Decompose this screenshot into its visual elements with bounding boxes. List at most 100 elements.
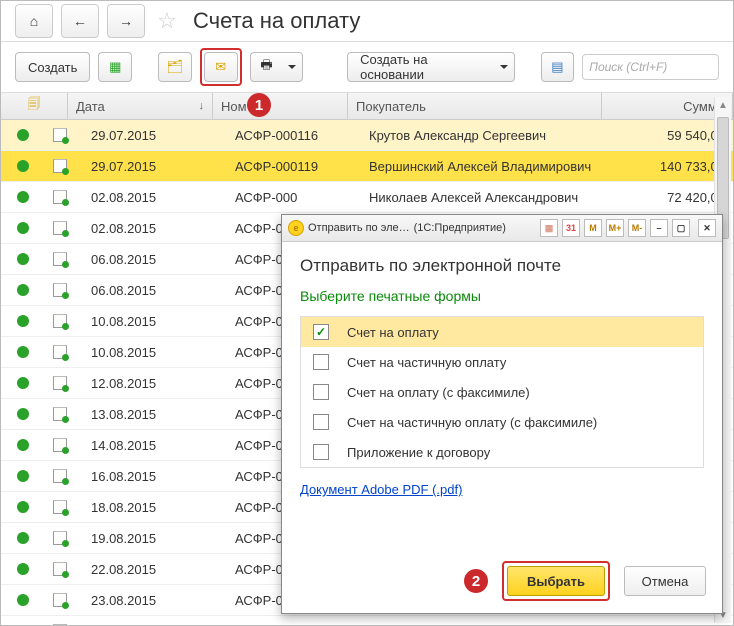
- document-icon: [53, 500, 67, 514]
- status-dot-icon: [17, 129, 29, 141]
- cell-date: 10.08.2015: [83, 345, 227, 360]
- home-button[interactable]: ⌂: [15, 4, 53, 38]
- folder-button[interactable]: 🗂: [158, 52, 192, 82]
- cell-buyer: Николаев Алексей Александрович: [361, 190, 603, 205]
- status-dot-icon: [17, 222, 29, 234]
- document-icon: [53, 531, 67, 545]
- email-button[interactable]: ✉: [204, 52, 238, 82]
- checkbox[interactable]: [313, 444, 329, 460]
- tool-calc-icon[interactable]: ▦: [540, 219, 558, 237]
- cell-date: 06.08.2015: [83, 252, 227, 267]
- document-icon: [53, 376, 67, 390]
- status-dot-icon: [17, 377, 29, 389]
- table-row[interactable]: 29.07.2015АСФР-000116Крутов Александр Се…: [1, 120, 733, 151]
- document-icon: [53, 128, 67, 142]
- print-form-item[interactable]: Счет на частичную оплату: [301, 347, 703, 377]
- badge-1: 1: [247, 93, 271, 117]
- document-icon: [53, 159, 67, 173]
- status-dot-icon: [17, 315, 29, 327]
- cell-date: 18.08.2015: [83, 500, 227, 515]
- cell-date: 02.08.2015: [83, 190, 227, 205]
- badge-2: 2: [464, 569, 488, 593]
- close-icon[interactable]: ✕: [698, 219, 716, 237]
- document-icon: [53, 593, 67, 607]
- print-form-label: Счет на частичную оплату (с факсимиле): [347, 415, 597, 430]
- topbar: ⌂ ← → ☆ Счета на оплату: [1, 1, 733, 42]
- cell-date: 13.08.2015: [83, 407, 227, 422]
- cell-date: 22.08.2015: [83, 562, 227, 577]
- print-form-item[interactable]: ✓Счет на оплату: [301, 317, 703, 347]
- document-icon: [53, 438, 67, 452]
- modal-subheading: Выберите печатные формы: [282, 280, 722, 312]
- format-link[interactable]: Документ Adobe PDF (.pdf): [282, 480, 722, 499]
- cell-number: АСФР-000: [227, 190, 361, 205]
- highlight-email: ✉: [200, 48, 242, 86]
- document-icon: [53, 314, 67, 328]
- col-buyer[interactable]: Покупатель: [348, 93, 602, 119]
- status-dot-icon: [17, 160, 29, 172]
- print-form-label: Счет на частичную оплату: [347, 355, 506, 370]
- document-icon: [53, 562, 67, 576]
- tool-mminus-icon[interactable]: M-: [628, 219, 646, 237]
- checkbox[interactable]: [313, 354, 329, 370]
- col-status[interactable]: 🗐: [1, 93, 68, 119]
- col-number[interactable]: Ном: [213, 93, 348, 119]
- cell-date: 16.08.2015: [83, 469, 227, 484]
- toolbar: Создать ▦ 🗂 ✉ 🖶 Создать на основании ▤ П…: [1, 42, 733, 92]
- forward-button[interactable]: →: [107, 4, 145, 38]
- document-icon: [53, 469, 67, 483]
- page-title: Счета на оплату: [193, 8, 360, 34]
- tool-mplus-icon[interactable]: M+: [606, 219, 624, 237]
- cell-date: 29.07.2015: [83, 159, 227, 174]
- create-on-basis-button[interactable]: Создать на основании: [347, 52, 515, 82]
- printer-icon: 🖶: [260, 56, 272, 78]
- modal-heading: Отправить по электронной почте: [282, 242, 722, 280]
- status-dot-icon: [17, 191, 29, 203]
- cell-date: 12.08.2015: [83, 376, 227, 391]
- select-button[interactable]: Выбрать: [507, 566, 605, 596]
- table-row[interactable]: 02.08.2015АСФР-000Николаев Алексей Алекс…: [1, 182, 733, 213]
- scroll-up-icon[interactable]: ▲: [715, 97, 731, 113]
- print-form-item[interactable]: Приложение к договору: [301, 437, 703, 467]
- print-button[interactable]: 🖶: [250, 52, 304, 82]
- cell-date: 06.08.2015: [83, 283, 227, 298]
- checkbox[interactable]: ✓: [313, 324, 329, 340]
- table-row[interactable]: 26.08.2015АСФР-000: [1, 616, 733, 626]
- cell-buyer: Крутов Александр Сергеевич: [361, 128, 603, 143]
- col-date[interactable]: Дата↓: [68, 93, 213, 119]
- status-dot-icon: [17, 532, 29, 544]
- highlight-select: Выбрать: [502, 561, 610, 601]
- modal-title-suffix: (1С:Предприятие): [414, 222, 506, 234]
- cell-number: АСФР-000119: [227, 159, 361, 174]
- tool-calendar-icon[interactable]: 31: [562, 219, 580, 237]
- tool-m-icon[interactable]: M: [584, 219, 602, 237]
- print-forms-list: ✓Счет на оплату Счет на частичную оплату С…: [300, 316, 704, 468]
- add-item-button[interactable]: ▦: [98, 52, 132, 82]
- status-dot-icon: [17, 563, 29, 575]
- maximize-icon[interactable]: ▢: [672, 219, 690, 237]
- print-form-item[interactable]: Счет на частичную оплату (с факсимиле): [301, 407, 703, 437]
- status-dot-icon: [17, 253, 29, 265]
- search-input[interactable]: Поиск (Ctrl+F): [582, 54, 719, 80]
- grid-header: 🗐 Дата↓ Ном Покупатель Сумма: [1, 93, 733, 120]
- cancel-button[interactable]: Отмена: [624, 566, 706, 596]
- minimize-icon[interactable]: –: [650, 219, 668, 237]
- print-form-label: Счет на оплату (с факсимиле): [347, 385, 530, 400]
- document-icon: [53, 221, 67, 235]
- modal-titlebar[interactable]: e Отправить по эле… (1С:Предприятие) ▦ 3…: [282, 215, 722, 242]
- create-button[interactable]: Создать: [15, 52, 90, 82]
- cell-date: 23.08.2015: [83, 593, 227, 608]
- status-dot-icon: [17, 501, 29, 513]
- checkbox[interactable]: [313, 384, 329, 400]
- report-button[interactable]: ▤: [541, 52, 575, 82]
- print-form-item[interactable]: Счет на оплату (с факсимиле): [301, 377, 703, 407]
- back-button[interactable]: ←: [61, 4, 99, 38]
- folder-icon: 🗂: [167, 59, 184, 75]
- cell-date: 02.08.2015: [83, 221, 227, 236]
- checkbox[interactable]: [313, 414, 329, 430]
- status-dot-icon: [17, 346, 29, 358]
- star-icon[interactable]: ☆: [153, 7, 181, 35]
- table-row[interactable]: 29.07.2015АСФР-000119Вершинский Алексей …: [1, 151, 733, 182]
- report-icon: ▤: [551, 59, 563, 75]
- status-dot-icon: [17, 408, 29, 420]
